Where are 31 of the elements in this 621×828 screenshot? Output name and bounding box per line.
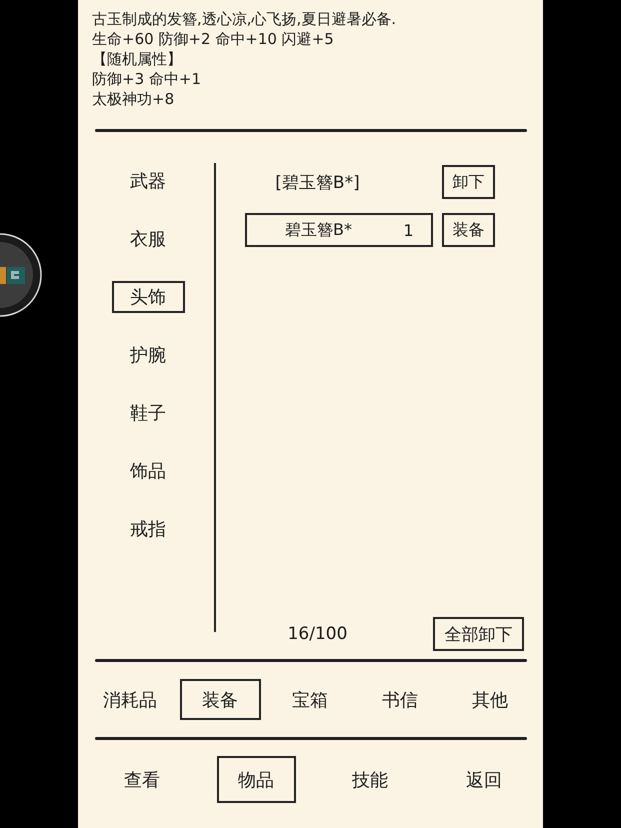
- capacity-count: 16/100: [286, 624, 348, 644]
- category-tab[interactable]: 护腕: [112, 339, 184, 371]
- item-type-tab[interactable]: 装备: [180, 679, 260, 720]
- unequip-all-button[interactable]: 全部卸下: [433, 617, 524, 651]
- floating-button[interactable]: [0, 233, 44, 317]
- equipped-item-name: [碧玉簪B*]: [274, 172, 361, 194]
- description-line: 太极神功+8: [92, 89, 176, 109]
- description-line: 古玉制成的发簪,透心凉,心飞扬,夏日避暑必备.: [92, 9, 398, 29]
- category-tab[interactable]: 衣服: [112, 223, 184, 255]
- description-line: 生命+60 防御+2 命中+10 闪避+5: [92, 29, 335, 49]
- category-tab[interactable]: 饰品: [112, 455, 184, 487]
- equip-button[interactable]: 装备: [442, 213, 495, 247]
- item-count: 1: [402, 220, 415, 240]
- category-tab[interactable]: 武器: [112, 165, 184, 197]
- description-line: 【随机属性】: [92, 49, 183, 69]
- item-type-tab[interactable]: 消耗品: [90, 679, 170, 720]
- tile-logo-icon: [0, 267, 25, 284]
- inventory-item[interactable]: 碧玉簪B* 1: [245, 213, 433, 247]
- unequip-button[interactable]: 卸下: [442, 165, 495, 199]
- category-tab[interactable]: 戒指: [112, 513, 184, 545]
- nav-tab[interactable]: 技能: [330, 756, 410, 803]
- item-type-tab[interactable]: 书信: [360, 679, 440, 720]
- category-tab[interactable]: 鞋子: [112, 397, 184, 429]
- description-line: 防御+3 命中+1: [92, 69, 202, 89]
- nav-tab[interactable]: 查看: [102, 756, 182, 803]
- item-type-tab[interactable]: 其他: [450, 679, 530, 720]
- item-name: 碧玉簪B*: [284, 220, 353, 240]
- category-tab[interactable]: 头饰: [112, 281, 184, 313]
- nav-tab[interactable]: 返回: [444, 756, 524, 803]
- nav-tab[interactable]: 物品: [216, 756, 296, 803]
- item-type-tab[interactable]: 宝箱: [270, 679, 350, 720]
